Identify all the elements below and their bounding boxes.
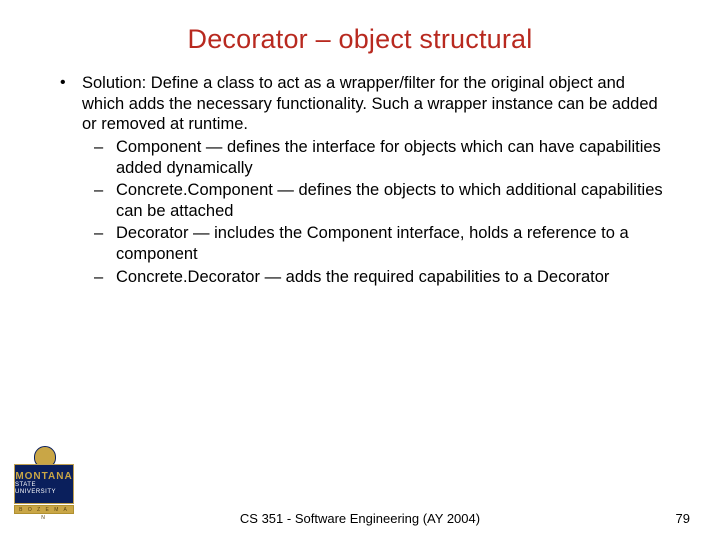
slide: Decorator – object structural Solution: … [0, 0, 720, 540]
footer-course: CS 351 - Software Engineering (AY 2004) [0, 511, 720, 526]
footer-page-number: 79 [676, 511, 690, 526]
sub-concrete-decorator: Concrete.Decorator — adds the required c… [116, 267, 664, 288]
bullet-lead-text: Solution: Define a class to act as a wra… [82, 74, 658, 133]
logo-box: MONTANA STATE UNIVERSITY [14, 464, 74, 504]
university-logo: MONTANA STATE UNIVERSITY B O Z E M A N [14, 448, 74, 504]
slide-title: Decorator – object structural [0, 0, 720, 73]
outer-list: Solution: Define a class to act as a wra… [56, 73, 664, 287]
bullet-solution: Solution: Define a class to act as a wra… [82, 73, 664, 287]
sub-decorator: Decorator — includes the Component inter… [116, 223, 664, 264]
slide-body: Solution: Define a class to act as a wra… [0, 73, 720, 287]
sub-component: Component — defines the interface for ob… [116, 137, 664, 178]
sub-concrete-component: Concrete.Component — defines the objects… [116, 180, 664, 221]
footer: MONTANA STATE UNIVERSITY B O Z E M A N C… [0, 466, 720, 526]
logo-line2: STATE UNIVERSITY [15, 482, 73, 495]
logo-line1: MONTANA [15, 472, 72, 482]
inner-list: Component — defines the interface for ob… [82, 137, 664, 287]
